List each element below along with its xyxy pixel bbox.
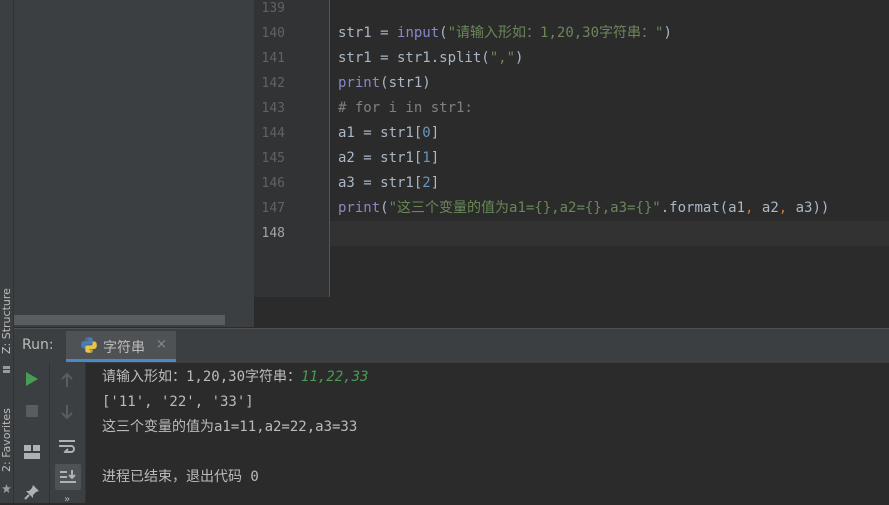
console-line-prompt: 请输入形如：1,20,30字符串：11,22,33 (102, 365, 368, 390)
structure-tab[interactable]: Z: Structure (0, 285, 13, 357)
code-token: # for i in str1: (338, 100, 473, 116)
code-token: , (745, 200, 762, 216)
code-token: ] (430, 125, 440, 141)
favorites-tab[interactable]: 2: Favorites (0, 402, 13, 478)
run-tab-close-button[interactable]: × (156, 337, 167, 352)
run-toolbar-secondary: » (50, 363, 86, 505)
console-user-input: 11,22,33 (301, 369, 369, 385)
console-line-values: 这三个变量的值为a1=11,a2=22,a3=33 (102, 419, 358, 435)
structure-tab-label: Z: Structure (0, 288, 13, 354)
left-tool-strip: Z: Structure 2: Favorites (0, 0, 14, 503)
code-token: "," (489, 50, 516, 66)
console-line-list: ['11', '22', '33'] (102, 394, 254, 410)
current-line-highlight (330, 221, 889, 246)
scroll-to-end-button[interactable] (55, 464, 81, 490)
favorites-tab-label: 2: Favorites (0, 408, 13, 472)
code-line[interactable]: print(str1) (338, 71, 431, 96)
scroll-up-button[interactable] (55, 368, 79, 392)
code-line[interactable]: # for i in str1: (338, 96, 473, 121)
code-token: a1 = str1[ (338, 125, 423, 141)
line-number: 143 (261, 101, 285, 116)
code-token: 1 (422, 150, 431, 166)
code-token: ) (515, 50, 524, 66)
code-token: ] (430, 175, 440, 191)
arrow-down-icon (61, 405, 73, 420)
code-token: , (778, 200, 796, 216)
run-toolbar-primary (14, 363, 50, 503)
code-token: print (338, 75, 381, 91)
run-tab-label: 字符串 (103, 340, 145, 356)
restore-layout-button[interactable] (20, 440, 44, 464)
code-token: 0 (422, 125, 431, 141)
code-line[interactable]: a3 = str1[2] (338, 171, 439, 196)
line-number: 146 (261, 176, 285, 191)
code-token: ) (663, 25, 672, 41)
scroll-to-end-icon (60, 470, 76, 483)
code-token: a2 (761, 200, 779, 216)
code-line[interactable]: str1 = str1.split(",") (338, 46, 523, 71)
project-pane (14, 0, 254, 327)
line-number: 145 (261, 151, 285, 166)
code-token: str1 = str1.split( (338, 50, 490, 66)
structure-icon (3, 366, 10, 373)
soft-wrap-icon (59, 440, 75, 453)
pin-icon (24, 485, 39, 500)
code-token: str1 = (338, 25, 398, 41)
editor-gutter: 139 140 141 142 143 144 145 146 147 148 (254, 0, 330, 297)
python-file-icon (81, 337, 97, 353)
code-token: a3)) (795, 200, 830, 216)
stop-button[interactable] (20, 399, 44, 423)
code-token: a3 = str1[ (338, 175, 423, 191)
code-line[interactable]: a2 = str1[1] (338, 146, 439, 171)
code-token: ( (380, 200, 389, 216)
line-number: 144 (261, 126, 285, 141)
star-icon (2, 484, 11, 493)
console-prompt-text: 请输入形如：1,20,30字符串： (102, 369, 302, 385)
code-token: ] (430, 150, 440, 166)
project-horizontal-scrollbar[interactable] (14, 315, 225, 325)
code-token: a2 = str1[ (338, 150, 423, 166)
layout-icon (24, 445, 40, 459)
line-number: 139 (261, 1, 285, 16)
pin-tab-button[interactable] (20, 480, 44, 504)
code-line[interactable]: a1 = str1[0] (338, 121, 439, 146)
code-token: ( (439, 25, 448, 41)
rerun-button[interactable] (20, 367, 44, 391)
code-token: (str1) (380, 75, 431, 91)
run-panel-label: Run: (22, 337, 54, 353)
editor-bottom-area (254, 297, 889, 327)
soft-wrap-button[interactable] (55, 434, 79, 458)
line-number: 148 (261, 226, 285, 241)
stop-icon (26, 405, 38, 417)
code-token: input (397, 25, 440, 41)
scroll-down-button[interactable] (55, 400, 79, 424)
line-number: 140 (261, 26, 285, 41)
code-token: "请输入形如：1,20,30字符串：" (447, 25, 664, 41)
line-number: 141 (261, 51, 285, 66)
console-exit-message: 进程已结束，退出代码 0 (102, 469, 259, 485)
line-number: 147 (261, 201, 285, 216)
code-token: .format(a1 (660, 200, 746, 216)
code-line[interactable]: print("这三个变量的值为a1={},a2={},a3={}".format… (338, 196, 829, 221)
line-number: 142 (261, 76, 285, 91)
play-icon (26, 372, 38, 386)
arrow-up-icon (61, 372, 73, 387)
code-token: "这三个变量的值为a1={},a2={},a3={}" (388, 200, 661, 216)
code-token: 2 (422, 175, 431, 191)
code-token: print (338, 200, 381, 216)
code-line[interactable]: str1 = input("请输入形如：1,20,30字符串：") (338, 21, 672, 46)
